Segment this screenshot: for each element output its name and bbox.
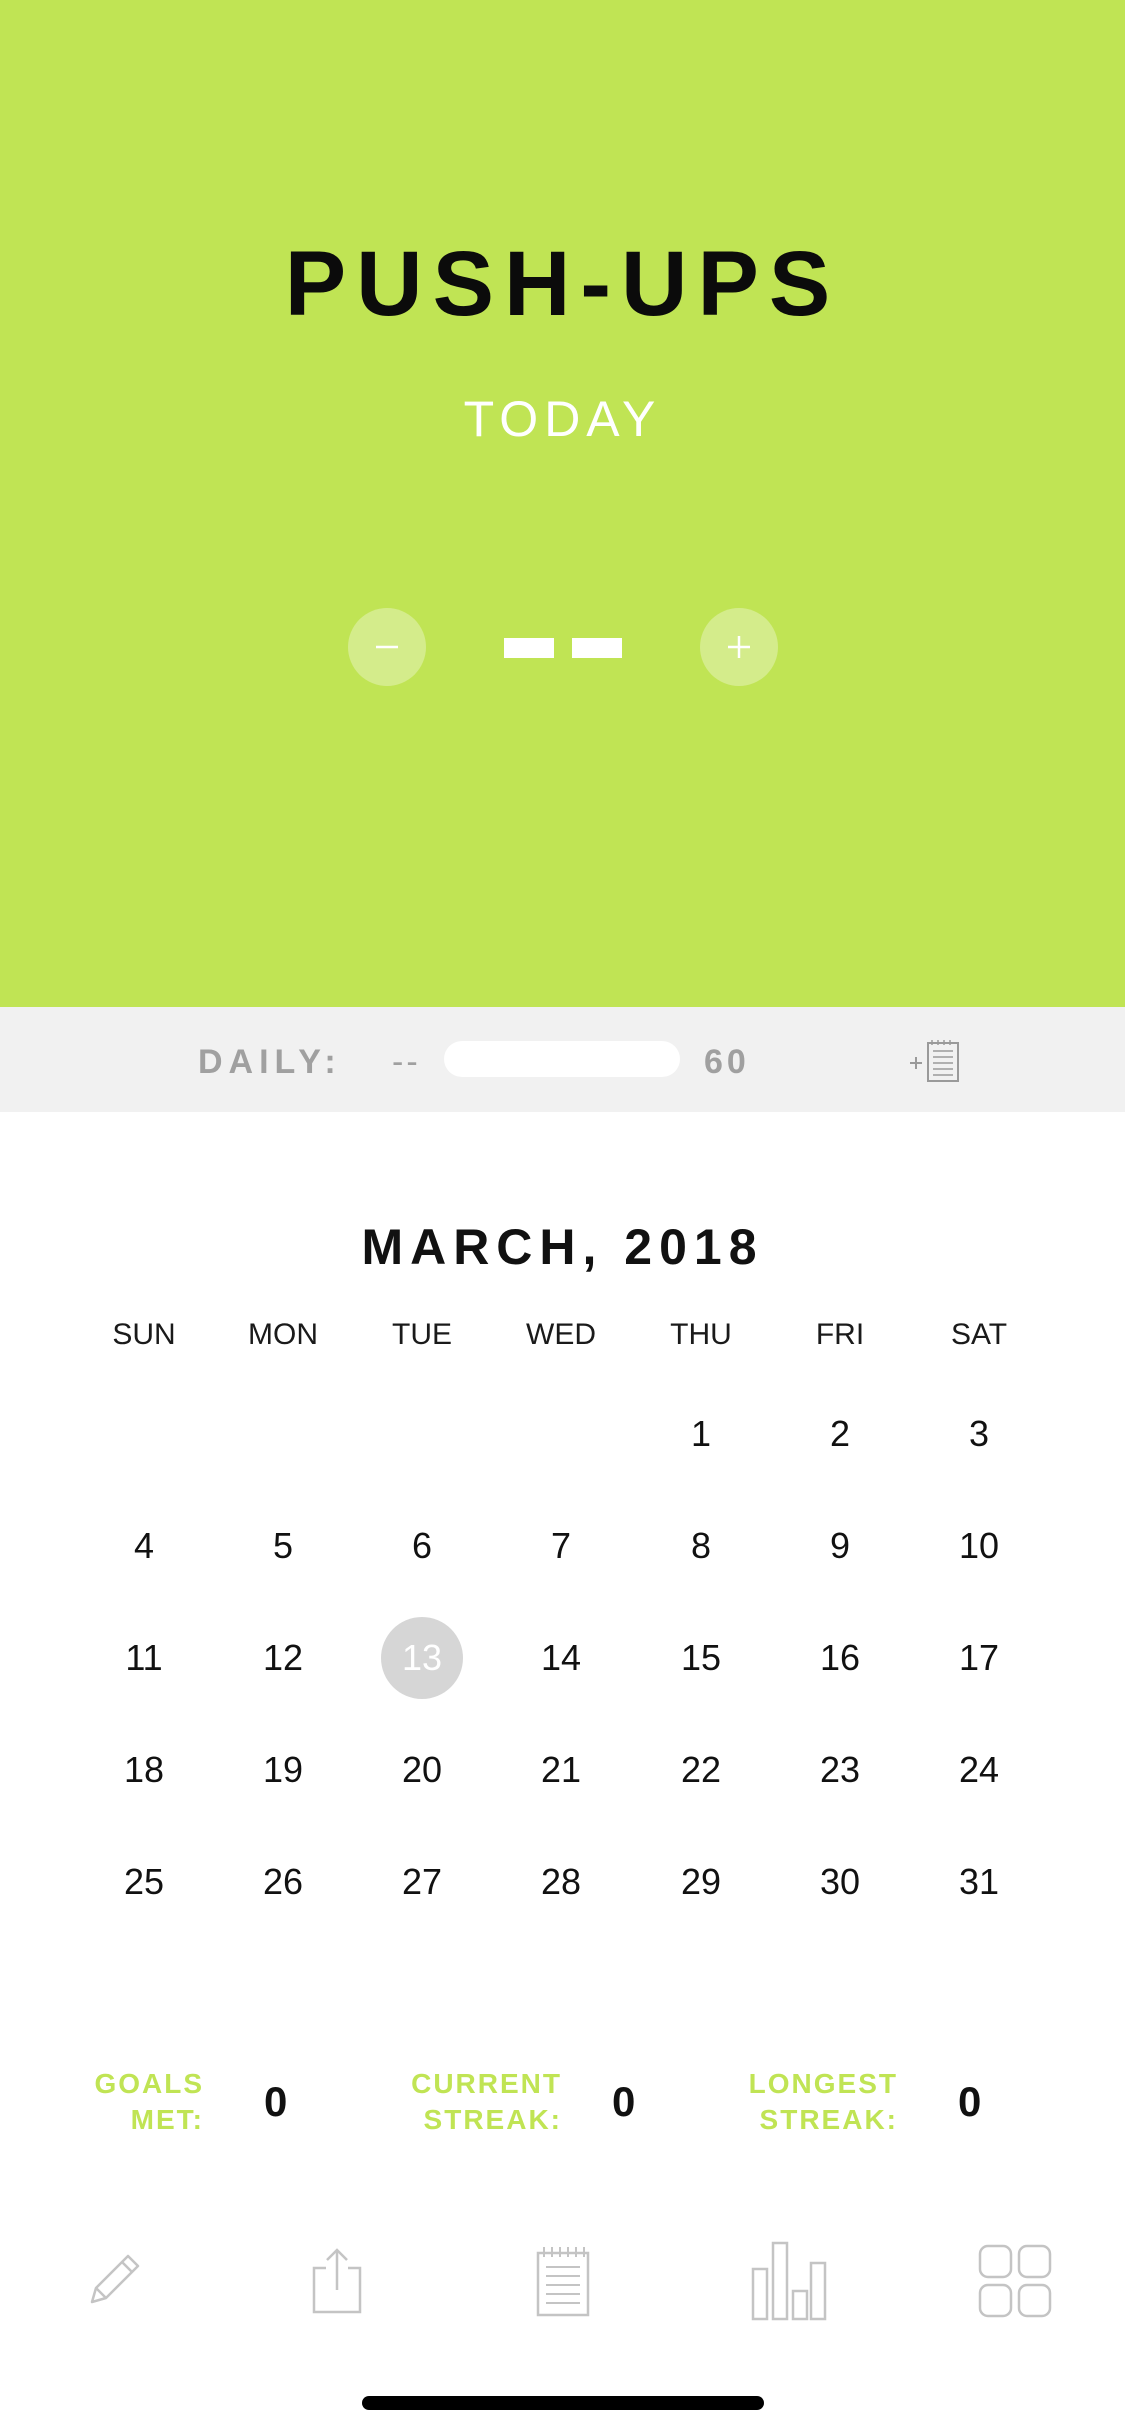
goals-met-label-line1: GOALS [94, 2068, 204, 2099]
calendar-day[interactable]: 7 [501, 1516, 621, 1576]
weekday-label: SUN [112, 1318, 176, 1351]
goals-met-label: GOALS MET: [60, 2066, 204, 2138]
longest-streak-label-line1: LONGEST [748, 2068, 898, 2099]
calendar-day[interactable]: 8 [641, 1516, 761, 1576]
calendar-day[interactable]: 20 [362, 1740, 482, 1800]
edit-button[interactable] [58, 2226, 168, 2336]
calendar-day[interactable]: 6 [362, 1516, 482, 1576]
calendar-day[interactable]: 3 [919, 1404, 1039, 1464]
notes-button[interactable] [508, 2226, 618, 2336]
longest-streak-label-line2: STREAK: [759, 2104, 898, 2135]
add-note-button[interactable] [908, 1037, 968, 1087]
pencil-icon [90, 2254, 140, 2304]
current-streak-value: 0 [612, 2078, 636, 2125]
calendar-day[interactable]: 29 [641, 1852, 761, 1912]
habit-title: PUSH-UPS [284, 233, 841, 335]
date-label: TODAY [463, 391, 662, 447]
calendar-day[interactable]: 26 [223, 1852, 343, 1912]
calendar-day[interactable]: 28 [501, 1852, 621, 1912]
calendar-day[interactable]: 4 [84, 1516, 204, 1576]
calendar-day[interactable]: 19 [223, 1740, 343, 1800]
longest-streak-value: 0 [958, 2078, 982, 2125]
calendar-month-title: MARCH, 2018 [361, 1219, 764, 1275]
weekday-label: WED [526, 1318, 596, 1351]
daily-current-value: -- [392, 1043, 421, 1081]
daily-progress-bar[interactable] [444, 1041, 680, 1077]
daily-goal-label: DAILY: [198, 1043, 342, 1081]
calendar-day[interactable]: 12 [223, 1628, 343, 1688]
calendar-day[interactable]: 25 [84, 1852, 204, 1912]
habits-grid-button[interactable] [960, 2226, 1070, 2336]
bottom-toolbar [0, 2226, 1125, 2336]
home-indicator[interactable] [362, 2396, 764, 2410]
calendar-day[interactable]: 31 [919, 1852, 1039, 1912]
minus-icon [376, 645, 398, 649]
calendar-day[interactable]: 21 [501, 1740, 621, 1800]
calendar-day[interactable]: 10 [919, 1516, 1039, 1576]
add-note-icon [910, 1040, 959, 1082]
grid-icon [978, 2244, 1052, 2318]
bar-chart-icon [751, 2241, 827, 2321]
decrement-button[interactable] [348, 608, 426, 686]
weekday-label: SAT [950, 1318, 1008, 1351]
calendar-week: 18 19 20 21 22 23 24 [0, 1740, 1125, 1800]
share-icon [312, 2248, 362, 2314]
weekday-label: FRI [815, 1318, 865, 1351]
calendar-week: 1 2 3 [0, 1404, 1125, 1464]
notes-icon [536, 2247, 590, 2317]
count-display[interactable]: -- [440, 603, 685, 693]
calendar-day[interactable]: 17 [919, 1628, 1039, 1688]
weekday-label: TUE [392, 1318, 452, 1351]
stats-button[interactable] [734, 2226, 844, 2336]
calendar-day[interactable]: 2 [780, 1404, 900, 1464]
calendar-day[interactable]: 1 [641, 1404, 761, 1464]
goals-met-label-line2: MET: [130, 2104, 204, 2135]
calendar-week: 11 12 13 14 15 16 17 [0, 1617, 1125, 1699]
current-streak-label: CURRENT STREAK: [400, 2066, 562, 2138]
habit-header: PUSH-UPS TODAY -- [0, 0, 1125, 1007]
calendar-day[interactable]: 27 [362, 1852, 482, 1912]
goals-met-value: 0 [264, 2078, 288, 2125]
calendar-day[interactable]: 16 [780, 1628, 900, 1688]
share-button[interactable] [282, 2226, 392, 2336]
calendar-day[interactable]: 15 [641, 1628, 761, 1688]
calendar-day[interactable]: 18 [84, 1740, 204, 1800]
daily-goal-bar: DAILY: -- 60 [0, 1007, 1125, 1112]
plus-icon [728, 636, 750, 658]
current-streak-label-line1: CURRENT [411, 2068, 562, 2099]
weekday-label: THU [670, 1318, 732, 1351]
stats-row: GOALS MET: 0 CURRENT STREAK: 0 LONGEST S… [0, 2066, 1125, 2146]
calendar-day[interactable]: 11 [84, 1628, 204, 1688]
current-streak-label-line2: STREAK: [423, 2104, 562, 2135]
daily-goal-target[interactable]: 60 [704, 1043, 750, 1082]
calendar-day[interactable]: 30 [780, 1852, 900, 1912]
calendar-week: 4 5 6 7 8 9 10 [0, 1516, 1125, 1576]
calendar-day-selected[interactable]: 13 [362, 1617, 482, 1699]
weekday-header: SUN MON TUE WED THU FRI SAT [0, 1318, 1125, 1378]
calendar-day[interactable]: 5 [223, 1516, 343, 1576]
calendar-day[interactable]: 23 [780, 1740, 900, 1800]
increment-button[interactable] [700, 608, 778, 686]
calendar-day[interactable]: 22 [641, 1740, 761, 1800]
calendar-week: 25 26 27 28 29 30 31 [0, 1852, 1125, 1912]
longest-streak-label: LONGEST STREAK: [740, 2066, 898, 2138]
calendar-day[interactable]: 9 [780, 1516, 900, 1576]
calendar-day[interactable]: 24 [919, 1740, 1039, 1800]
calendar-day[interactable]: 14 [501, 1628, 621, 1688]
weekday-label: MON [248, 1318, 318, 1351]
